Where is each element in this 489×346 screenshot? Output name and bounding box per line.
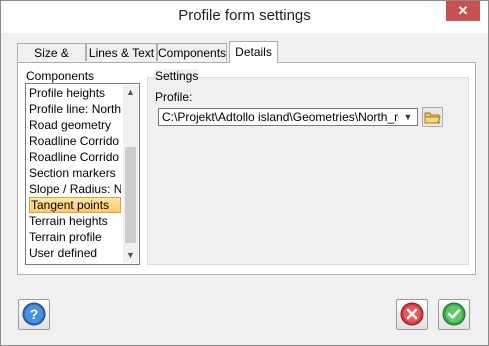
close-button[interactable]: ✕: [446, 1, 480, 21]
list-item-section-markers[interactable]: Section markers: [29, 165, 121, 181]
settings-label: Settings: [154, 69, 200, 83]
cancel-icon: [400, 302, 424, 326]
scroll-down-icon[interactable]: ▼: [123, 248, 138, 263]
components-scrollbar[interactable]: ▲ ▼: [123, 85, 138, 263]
window-title: Profile form settings: [178, 7, 311, 24]
svg-text:?: ?: [30, 306, 39, 322]
list-item-slope-radius[interactable]: Slope / Radius: N: [29, 181, 121, 197]
list-item-profile-heights[interactable]: Profile heights: [29, 85, 121, 101]
chevron-down-icon[interactable]: ▼: [401, 110, 415, 124]
tab-size-scale[interactable]: Size & Scale: [17, 43, 86, 78]
list-item-roadline-corridor-2[interactable]: Roadline Corrido: [29, 149, 121, 165]
help-icon: ?: [22, 302, 46, 326]
tab-lines-text[interactable]: Lines & Text: [86, 43, 157, 61]
list-item-profile-line[interactable]: Profile line: North: [29, 101, 121, 117]
title-bar[interactable]: Profile form settings ✕: [1, 1, 488, 33]
profile-combobox[interactable]: C:\Projekt\Adtollo island\Geometries\Nor…: [158, 108, 418, 126]
tab-details[interactable]: Details: [229, 41, 278, 63]
scroll-thumb[interactable]: [125, 147, 136, 243]
ok-button[interactable]: [438, 299, 470, 330]
browse-folder-button[interactable]: [422, 107, 443, 127]
list-item-tangent-points[interactable]: Tangent points: [29, 197, 121, 213]
profile-path-value: C:\Projekt\Adtollo island\Geometries\Nor…: [162, 110, 399, 124]
tab-components[interactable]: Components: [157, 43, 227, 61]
settings-group: [147, 77, 469, 265]
components-label: Components: [25, 69, 96, 83]
list-item-terrain-heights[interactable]: Terrain heights: [29, 213, 121, 229]
profile-label: Profile:: [155, 90, 193, 104]
list-item-terrain-profile[interactable]: Terrain profile: [29, 229, 121, 245]
list-item-roadline-corridor-1[interactable]: Roadline Corrido: [29, 133, 121, 149]
help-button[interactable]: ?: [18, 299, 50, 330]
folder-icon: [424, 112, 441, 124]
components-listbox[interactable]: Profile heights Profile line: North Road…: [25, 83, 140, 265]
list-item-user-defined[interactable]: User defined: [29, 245, 121, 261]
dialog-window: Profile form settings ✕ Size & Scale Lin…: [0, 0, 489, 346]
cancel-button[interactable]: [396, 299, 428, 330]
list-item-road-geometry[interactable]: Road geometry: [29, 117, 121, 133]
ok-check-icon: [442, 302, 466, 326]
scroll-up-icon[interactable]: ▲: [123, 85, 138, 100]
